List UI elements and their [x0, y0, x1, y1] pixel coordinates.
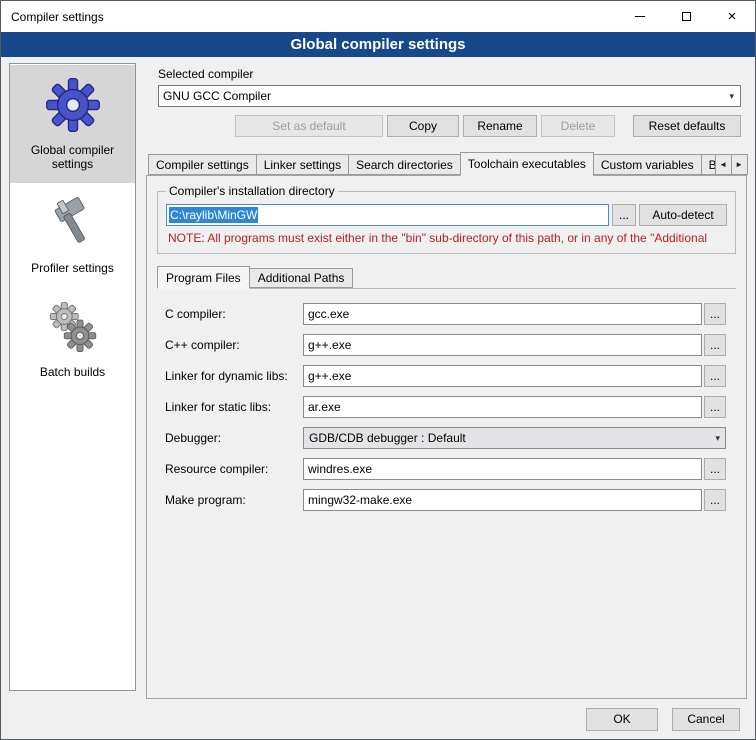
debugger-value: GDB/CDB debugger : Default [309, 431, 466, 445]
resource-compiler-label: Resource compiler: [165, 462, 303, 476]
tab-toolchain-executables[interactable]: Toolchain executables [460, 152, 594, 176]
batch-builds-gears-icon [14, 297, 131, 357]
set-as-default-button[interactable]: Set as default [235, 115, 383, 137]
settings-sidebar: Global compiler settings Profiler settin… [9, 63, 136, 691]
resource-compiler-row: Resource compiler: ... [165, 458, 726, 480]
tab-compiler-settings[interactable]: Compiler settings [148, 154, 257, 175]
debugger-label: Debugger: [165, 431, 303, 445]
tab-scroll-right-button[interactable]: ► [731, 154, 748, 175]
title-bar: Compiler settings × [1, 1, 755, 32]
installation-directory-value: C:\raylib\MinGW [169, 207, 258, 223]
make-program-input[interactable] [303, 489, 702, 511]
dynamic-linker-input[interactable] [303, 365, 702, 387]
resource-compiler-browse-button[interactable]: ... [704, 458, 726, 480]
copy-button[interactable]: Copy [387, 115, 459, 137]
c-compiler-browse-button[interactable]: ... [704, 303, 726, 325]
chevron-down-icon: ▾ [729, 91, 736, 102]
cpp-compiler-label: C++ compiler: [165, 338, 303, 352]
c-compiler-row: C compiler: ... [165, 303, 726, 325]
static-linker-browse-button[interactable]: ... [704, 396, 726, 418]
auto-detect-button[interactable]: Auto-detect [639, 204, 727, 226]
debugger-row: Debugger: GDB/CDB debugger : Default ▾ [165, 427, 726, 449]
window-title: Compiler settings [1, 10, 104, 24]
resource-compiler-input[interactable] [303, 458, 702, 480]
window-controls: × [617, 1, 755, 32]
tab-scroll-left-button[interactable]: ◄ [715, 154, 732, 175]
selected-compiler-label: Selected compiler [158, 67, 747, 81]
program-files-form: C compiler: ... C++ compiler: ... Linker… [165, 303, 726, 511]
installation-directory-input[interactable]: C:\raylib\MinGW [166, 204, 609, 226]
dialog-footer: OK Cancel [1, 699, 755, 739]
delete-button[interactable]: Delete [541, 115, 615, 137]
page-title: Global compiler settings [1, 32, 755, 57]
sidebar-item-batch-builds[interactable]: Batch builds [10, 287, 135, 391]
make-program-label: Make program: [165, 493, 303, 507]
rename-button[interactable]: Rename [463, 115, 537, 137]
minimize-button[interactable] [617, 1, 663, 32]
dialog-body: Global compiler settings Profiler settin… [1, 57, 755, 739]
sidebar-item-profiler-settings[interactable]: Profiler settings [10, 183, 135, 287]
close-icon: × [728, 9, 737, 24]
dynamic-linker-row: Linker for dynamic libs: ... [165, 365, 726, 387]
tab-additional-paths[interactable]: Additional Paths [249, 268, 354, 288]
tab-program-files[interactable]: Program Files [157, 266, 250, 289]
program-files-tab-strip: Program Files Additional Paths [157, 266, 736, 289]
dynamic-linker-browse-button[interactable]: ... [704, 365, 726, 387]
static-linker-label: Linker for static libs: [165, 400, 303, 414]
cpp-compiler-row: C++ compiler: ... [165, 334, 726, 356]
static-linker-input[interactable] [303, 396, 702, 418]
c-compiler-label: C compiler: [165, 307, 303, 321]
tab-scroll-buttons: ◄ ► [716, 154, 748, 175]
cpp-compiler-browse-button[interactable]: ... [704, 334, 726, 356]
sidebar-item-label: Global compiler settings [14, 143, 131, 171]
chevron-down-icon: ▾ [715, 433, 720, 444]
maximize-button[interactable] [663, 1, 709, 32]
make-program-row: Make program: ... [165, 489, 726, 511]
sidebar-item-global-compiler-settings[interactable]: Global compiler settings [10, 65, 135, 183]
toolchain-executables-page: Compiler's installation directory C:\ray… [146, 175, 747, 699]
make-program-browse-button[interactable]: ... [704, 489, 726, 511]
maximize-icon [682, 12, 691, 21]
arrow-left-icon: ◄ [719, 160, 727, 169]
compiler-settings-dialog: Compiler settings × Global compiler sett… [0, 0, 756, 740]
cancel-button[interactable]: Cancel [672, 708, 740, 731]
arrow-right-icon: ► [735, 160, 743, 169]
settings-tab-strip: Compiler settings Linker settings Search… [148, 151, 747, 175]
tab-custom-variables[interactable]: Custom variables [593, 154, 702, 175]
installation-directory-note: NOTE: All programs must exist either in … [168, 231, 725, 245]
installation-directory-row: C:\raylib\MinGW ... Auto-detect [166, 204, 727, 226]
dynamic-linker-label: Linker for dynamic libs: [165, 369, 303, 383]
tab-linker-settings[interactable]: Linker settings [256, 154, 349, 175]
minimize-icon [635, 16, 645, 17]
close-button[interactable]: × [709, 1, 755, 32]
static-linker-row: Linker for static libs: ... [165, 396, 726, 418]
debugger-dropdown[interactable]: GDB/CDB debugger : Default ▾ [303, 427, 726, 449]
main-panel: Selected compiler GNU GCC Compiler ▾ Set… [146, 57, 747, 699]
reset-defaults-button[interactable]: Reset defaults [633, 115, 741, 137]
c-compiler-input[interactable] [303, 303, 702, 325]
sidebar-item-label: Profiler settings [14, 261, 131, 275]
tab-search-directories[interactable]: Search directories [348, 154, 461, 175]
installation-directory-browse-button[interactable]: ... [612, 204, 636, 226]
installation-directory-group-title: Compiler's installation directory [166, 184, 338, 198]
installation-directory-group: Compiler's installation directory C:\ray… [157, 184, 736, 254]
profiler-tool-icon [14, 193, 131, 253]
ok-button[interactable]: OK [586, 708, 658, 731]
selected-compiler-dropdown[interactable]: GNU GCC Compiler ▾ [158, 85, 741, 107]
sidebar-item-label: Batch builds [14, 365, 131, 379]
gear-icon [14, 75, 131, 135]
cpp-compiler-input[interactable] [303, 334, 702, 356]
compiler-action-buttons: Set as default Copy Rename Delete Reset … [158, 115, 741, 137]
selected-compiler-value: GNU GCC Compiler [163, 89, 271, 103]
